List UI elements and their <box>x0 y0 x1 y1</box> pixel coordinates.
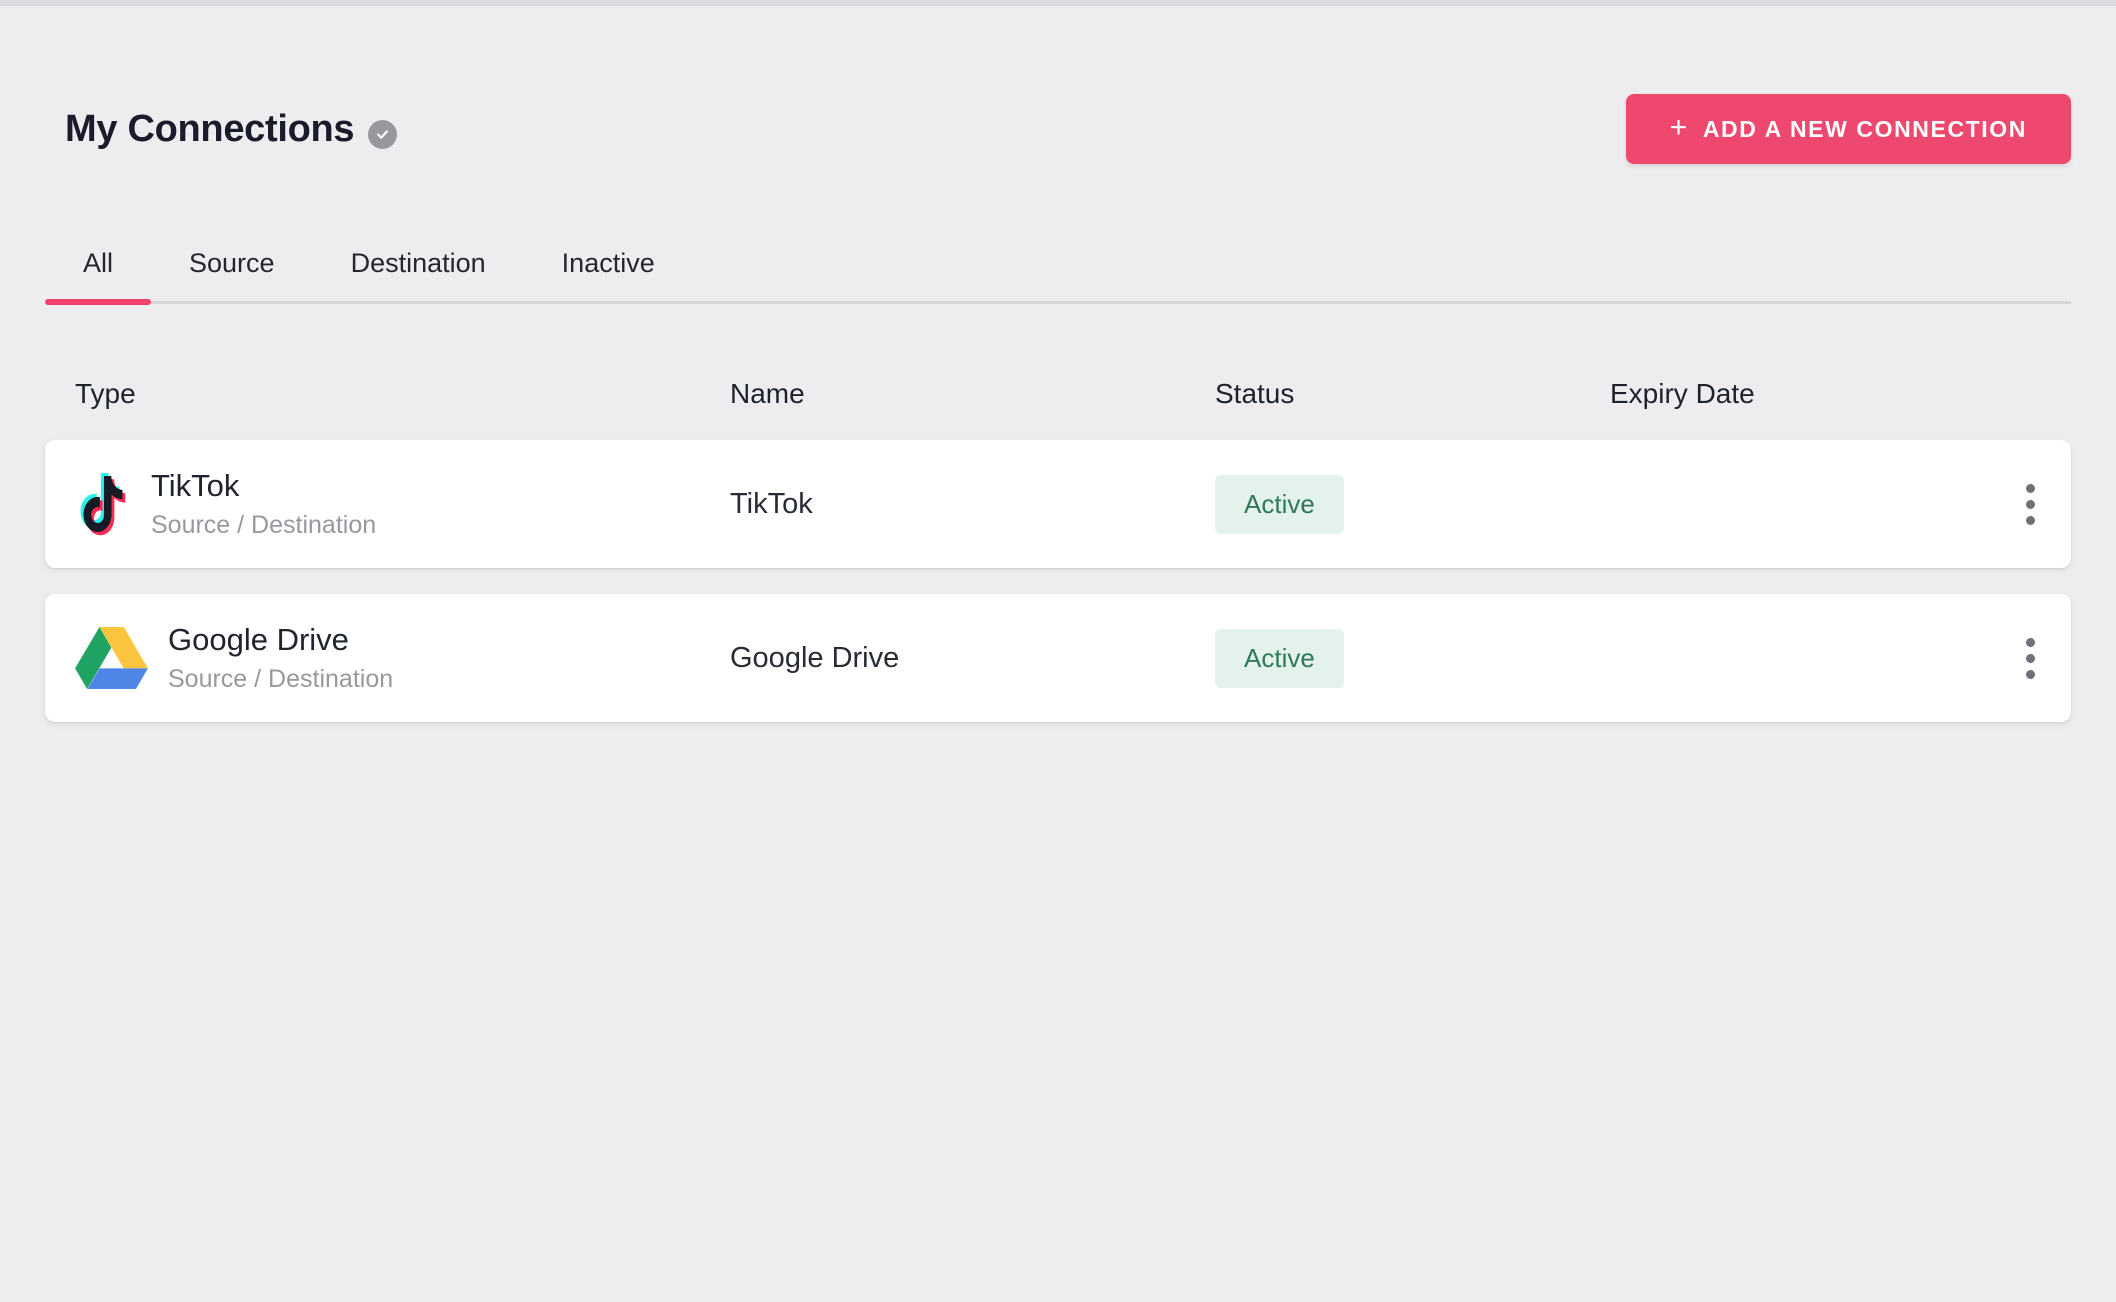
connection-name: TikTok <box>730 488 1215 521</box>
connection-type-label: TikTok <box>151 468 376 504</box>
status-cell: Active <box>1215 629 1610 688</box>
connections-page: My Connections + ADD A NEW CONNECTION Al… <box>0 94 2116 722</box>
tab-all[interactable]: All <box>45 248 151 301</box>
column-header-expiry: Expiry Date <box>1610 378 2001 410</box>
row-menu-kebab-icon[interactable] <box>2020 630 2041 687</box>
connection-type-label: Google Drive <box>168 622 393 658</box>
filter-tabs: All Source Destination Inactive <box>45 248 2071 304</box>
top-edge-strip <box>0 0 2116 6</box>
connection-direction-label: Source / Destination <box>151 511 376 540</box>
add-button-label: ADD A NEW CONNECTION <box>1703 116 2027 143</box>
type-text: Google Drive Source / Destination <box>168 622 393 694</box>
row-menu-kebab-icon[interactable] <box>2020 476 2041 533</box>
connection-direction-label: Source / Destination <box>168 665 393 694</box>
tab-inactive[interactable]: Inactive <box>524 248 693 301</box>
page-title: My Connections <box>65 108 354 151</box>
google-drive-icon <box>75 627 148 689</box>
title-wrap: My Connections <box>65 108 397 151</box>
table-column-headers: Type Name Status Expiry Date <box>45 378 2071 410</box>
type-text: TikTok Source / Destination <box>151 468 376 540</box>
tiktok-icon <box>75 469 131 539</box>
tab-source[interactable]: Source <box>151 248 313 301</box>
check-circle-icon[interactable] <box>368 120 397 149</box>
type-cell: Google Drive Source / Destination <box>75 622 730 694</box>
connection-name: Google Drive <box>730 642 1215 675</box>
connections-list: TikTok Source / Destination TikTok Activ… <box>45 440 2071 722</box>
tab-destination[interactable]: Destination <box>313 248 524 301</box>
status-badge: Active <box>1215 475 1344 534</box>
column-header-type: Type <box>75 378 730 410</box>
table-row[interactable]: TikTok Source / Destination TikTok Activ… <box>45 440 2071 568</box>
column-header-status: Status <box>1215 378 1610 410</box>
status-badge: Active <box>1215 629 1344 688</box>
add-new-connection-button[interactable]: + ADD A NEW CONNECTION <box>1626 94 2071 164</box>
plus-icon: + <box>1670 111 1689 145</box>
status-cell: Active <box>1215 475 1610 534</box>
column-header-name: Name <box>730 378 1215 410</box>
table-row[interactable]: Google Drive Source / Destination Google… <box>45 594 2071 722</box>
page-header: My Connections + ADD A NEW CONNECTION <box>45 94 2071 164</box>
type-cell: TikTok Source / Destination <box>75 468 730 540</box>
